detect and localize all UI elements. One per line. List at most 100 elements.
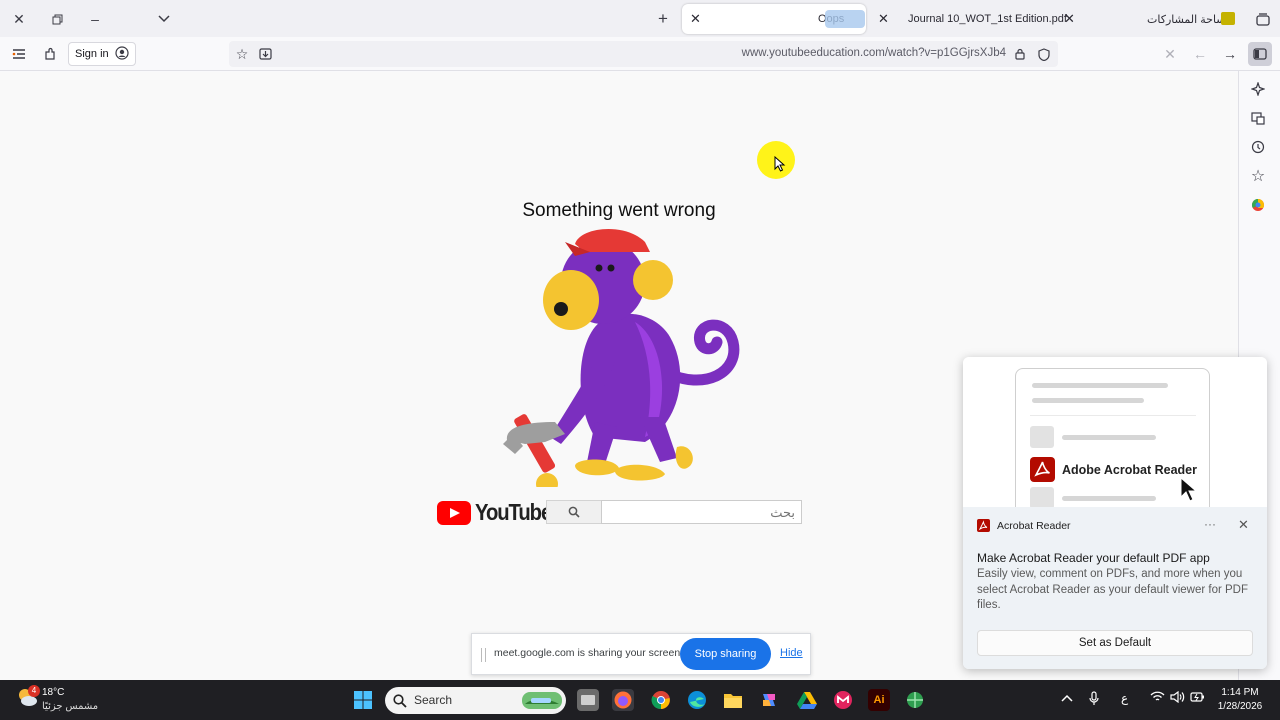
divider xyxy=(1030,415,1196,416)
error-title: Something went wrong xyxy=(522,200,716,221)
close-icon[interactable]: ✕ xyxy=(1238,517,1249,533)
weather-badge: 4 xyxy=(28,685,40,697)
battery-icon[interactable] xyxy=(1190,691,1205,706)
search-input[interactable] xyxy=(601,500,802,524)
tab-list-chevron-icon[interactable] xyxy=(153,8,175,30)
new-tab-button[interactable]: + xyxy=(652,8,674,30)
placeholder-icon xyxy=(1030,426,1054,448)
stop-loading-icon[interactable]: ✕ xyxy=(1159,43,1181,65)
weather-temperature: 18°C xyxy=(42,687,65,698)
volume-icon[interactable] xyxy=(1170,690,1185,706)
tab-title: Journal 10_WOT_1st Edition.pdf xyxy=(908,13,1067,25)
file-explorer-icon[interactable] xyxy=(722,689,744,711)
window-restore-icon[interactable] xyxy=(46,8,68,30)
window-close-icon[interactable]: ✕ xyxy=(8,8,30,30)
lock-icon[interactable] xyxy=(1009,43,1031,65)
acrobat-notification: Adobe Acrobat Reader Acrobat Reader ··· … xyxy=(963,357,1267,669)
system-clock[interactable]: 1:14 PM 1/28/2026 xyxy=(1212,686,1268,714)
back-arrow-icon[interactable]: ← xyxy=(1189,43,1211,65)
placeholder-line xyxy=(1062,435,1156,440)
window-minimize-icon[interactable]: – xyxy=(84,8,106,30)
clock-date: 1/28/2026 xyxy=(1217,701,1263,712)
illustration-card: Adobe Acrobat Reader xyxy=(1015,368,1210,518)
notification-app-name: Acrobat Reader xyxy=(997,520,1071,532)
tray-chevron-icon[interactable] xyxy=(1061,691,1073,705)
placeholder-line xyxy=(1062,496,1156,501)
screen-share-bar: meet.google.com is sharing your screen. … xyxy=(471,633,811,675)
illustration-app-name: Adobe Acrobat Reader xyxy=(1062,462,1197,477)
clock-time: 1:14 PM xyxy=(1221,687,1259,698)
tab-forum[interactable]: ساحة المشاركات xyxy=(1090,4,1240,34)
copilot-icon[interactable] xyxy=(758,689,780,711)
sign-in-label: Sign in xyxy=(75,48,109,60)
youtube-wordmark: YouTube xyxy=(475,499,552,525)
set-as-default-button[interactable]: Set as Default xyxy=(977,630,1253,656)
share-message: meet.google.com is sharing your screen. xyxy=(494,647,684,659)
monkey-with-hammer-illustration xyxy=(503,229,740,487)
history-clock-icon[interactable] xyxy=(1248,137,1268,157)
task-view-icon[interactable] xyxy=(577,689,599,711)
tab-strip: ✕ – + ✕ Oops ✕ Journal 10_WOT_1st Editio… xyxy=(0,0,1280,37)
search-label: Search xyxy=(414,693,453,707)
tab-overview-icon[interactable] xyxy=(1252,8,1274,30)
taskbar-search[interactable]: Search xyxy=(385,687,566,714)
firefox-icon[interactable] xyxy=(612,689,634,711)
adobe-illustrator-icon[interactable]: Ai xyxy=(868,689,890,711)
tab-close-icon[interactable]: ✕ xyxy=(690,11,701,27)
bookmarks-star-icon[interactable]: ☆ xyxy=(1248,166,1268,186)
weather-widget[interactable]: 4 18°C مشمس جزئيًا xyxy=(16,685,98,713)
save-to-pocket-icon[interactable] xyxy=(254,43,276,65)
bookmark-star-icon[interactable]: ☆ xyxy=(231,43,253,65)
chrome-icon[interactable] xyxy=(650,689,672,711)
windows-start-icon[interactable] xyxy=(352,689,374,711)
search-highlight-icon xyxy=(522,692,562,709)
search-button[interactable] xyxy=(546,500,602,524)
hide-link[interactable]: Hide xyxy=(780,647,803,659)
youtube-play-icon xyxy=(437,500,471,525)
notification-headline: Make Acrobat Reader your default PDF app xyxy=(977,551,1210,565)
placeholder-line xyxy=(1032,398,1144,403)
google-drive-icon[interactable] xyxy=(796,689,818,711)
mouse-pointer-icon xyxy=(774,156,786,172)
windows-taskbar: 4 18°C مشمس جزئيًا Search Ai ع 1:14 PM 1… xyxy=(0,680,1280,720)
notification-body: Acrobat Reader ··· ✕ Make Acrobat Reader… xyxy=(963,507,1267,669)
illustration-pointer-icon xyxy=(1180,477,1198,502)
tracking-shield-icon[interactable] xyxy=(1033,43,1055,65)
network-app-icon[interactable] xyxy=(904,689,926,711)
ai-chatbot-icon[interactable] xyxy=(1248,79,1268,99)
input-language-indicator[interactable]: ع xyxy=(1121,691,1128,705)
tab-close-icon[interactable]: ✕ xyxy=(878,11,889,27)
notification-illustration: Adobe Acrobat Reader xyxy=(963,357,1267,518)
app-menu-icon[interactable] xyxy=(8,43,30,65)
microphone-icon[interactable] xyxy=(1089,691,1099,709)
forward-arrow-icon[interactable]: → xyxy=(1219,43,1241,65)
more-options-icon[interactable]: ··· xyxy=(1204,517,1216,531)
synced-tabs-icon[interactable] xyxy=(1248,108,1268,128)
acrobat-logo-icon xyxy=(1030,457,1055,482)
search-icon xyxy=(568,506,580,518)
tab-journal-pdf[interactable]: ✕ Journal 10_WOT_1st Edition.pdf ✕ xyxy=(870,4,1084,34)
extensions-icon[interactable] xyxy=(39,43,61,65)
illustration-app-row: Adobe Acrobat Reader xyxy=(1030,457,1197,482)
site-favicon-icon xyxy=(1221,12,1235,25)
extension-colorful-icon[interactable] xyxy=(1248,195,1268,215)
weather-condition: مشمس جزئيًا xyxy=(42,701,99,712)
placeholder-icon xyxy=(1030,487,1054,509)
placeholder-line xyxy=(1032,383,1168,388)
drag-handle[interactable] xyxy=(481,648,486,662)
url-text: www.youtubeeducation.com/watch?v=p1GGjrs… xyxy=(741,47,1006,59)
sign-in-button[interactable]: Sign in xyxy=(68,42,136,66)
wifi-icon[interactable] xyxy=(1150,691,1165,706)
search-icon xyxy=(393,694,407,708)
tab-oops[interactable]: ✕ Oops xyxy=(682,4,866,34)
address-bar[interactable]: ☆ www.youtubeeducation.com/watch?v=p1GGj… xyxy=(229,41,1058,67)
tab-loading-indicator xyxy=(825,10,865,28)
youtube-logo[interactable]: YouTube xyxy=(437,499,562,526)
edge-icon[interactable] xyxy=(686,689,708,711)
stop-sharing-button[interactable]: Stop sharing xyxy=(680,638,771,670)
sidebar-toggle-icon[interactable] xyxy=(1248,42,1272,66)
screen-recorder-icon[interactable] xyxy=(832,689,854,711)
navigation-bar: Sign in ☆ www.youtubeeducation.com/watch… xyxy=(0,37,1280,71)
tab-title: ساحة المشاركات xyxy=(1147,13,1226,26)
tab-close-icon[interactable]: ✕ xyxy=(1064,11,1075,27)
